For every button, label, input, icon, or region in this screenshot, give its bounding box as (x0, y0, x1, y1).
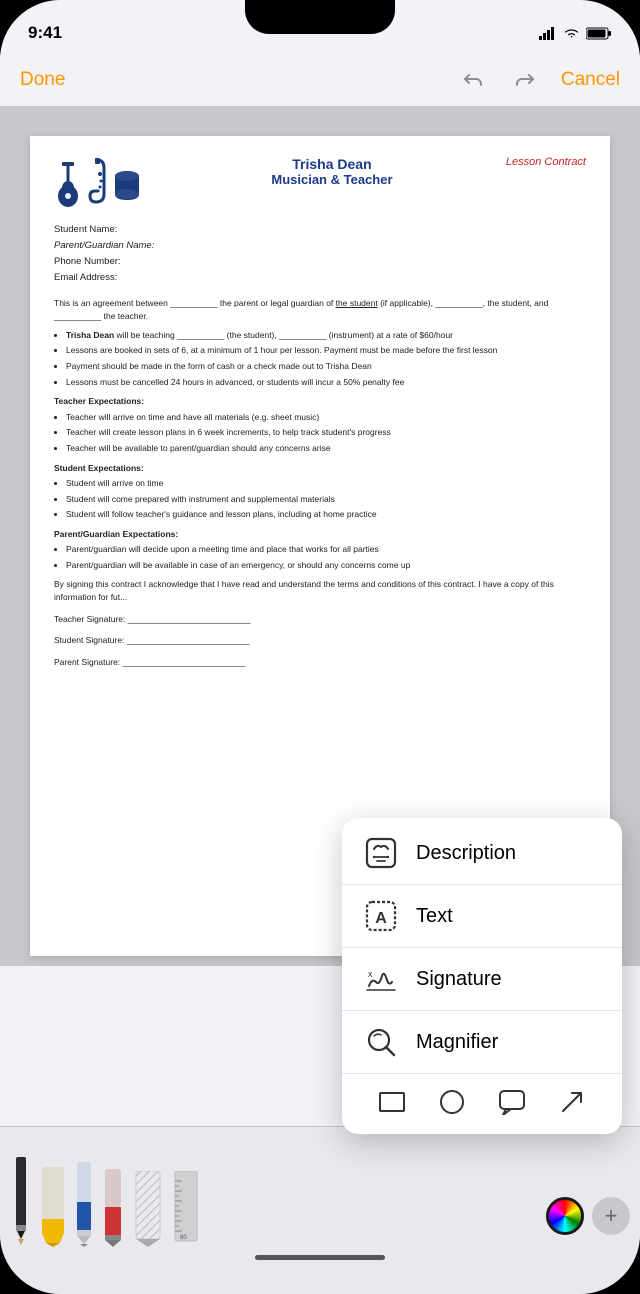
intro-paragraph: This is an agreement between __________ … (54, 297, 586, 324)
svg-text:x: x (368, 969, 373, 979)
highlighter-tool[interactable] (40, 1167, 66, 1247)
color-wheel-button[interactable] (546, 1197, 584, 1241)
parent-signature-line: Parent Signature: ______________________… (54, 656, 586, 670)
se-2: Student will come prepared with instrume… (66, 493, 586, 507)
teacher-name: Trisha Dean (158, 156, 506, 172)
magnifier-icon (362, 1023, 400, 1061)
text-icon: A (362, 897, 400, 935)
document-title: Trisha Dean Musician & Teacher (158, 156, 506, 187)
shapes-row (342, 1074, 622, 1130)
student-signature-line: Student Signature: _____________________… (54, 634, 586, 648)
pen-blue-icon (74, 1162, 94, 1247)
texture-icon (132, 1171, 164, 1247)
speech-bubble-shape-button[interactable] (494, 1084, 530, 1120)
student-expectations-title: Student Expectations: (54, 462, 586, 476)
signature-icon: x (362, 960, 400, 998)
document-header: Trisha Dean Musician & Teacher Lesson Co… (54, 156, 586, 208)
bullet-3: Payment should be made in the form of ca… (66, 360, 586, 374)
document-fields: Student Name: Parent/Guardian Name: Phon… (54, 222, 586, 287)
signature-label: Signature (416, 968, 502, 991)
se-1: Student will arrive on time (66, 477, 586, 491)
drum-icon (112, 158, 142, 208)
eraser-icon (102, 1169, 124, 1247)
home-indicator (255, 1255, 385, 1260)
plus-icon: + (592, 1197, 630, 1235)
teacher-expectations-title: Teacher Expectations: (54, 395, 586, 409)
contract-label: Lesson Contract (506, 156, 586, 168)
te-1: Teacher will arrive on time and have all… (66, 411, 586, 425)
notch (245, 0, 395, 34)
status-icons (539, 27, 612, 40)
description-label: Description (416, 842, 516, 865)
nav-actions: Cancel (457, 64, 620, 96)
te-3: Teacher will be available to parent/guar… (66, 442, 586, 456)
te-2: Teacher will create lesson plans in 6 we… (66, 426, 586, 440)
rectangle-shape-button[interactable] (374, 1084, 410, 1120)
texture-tool[interactable] (132, 1171, 164, 1247)
status-time: 9:41 (28, 23, 62, 43)
bullet-2: Lessons are booked in sets of 6, at a mi… (66, 344, 586, 358)
pen-blue-tool[interactable] (74, 1162, 94, 1247)
add-tool-button[interactable]: + (592, 1197, 630, 1241)
text-menu-item[interactable]: A Text (342, 885, 622, 948)
email-field: Email Address: (54, 270, 586, 286)
phone-field: Phone Number: (54, 254, 586, 270)
phone-frame: 9:41 (0, 0, 640, 1294)
svg-text:A: A (375, 910, 387, 927)
circle-shape-button[interactable] (434, 1084, 470, 1120)
popup-menu: Description A Text x (342, 818, 622, 1134)
parent-expectations-title: Parent/Guardian Expectations: (54, 528, 586, 542)
screen: 9:41 (0, 0, 640, 1294)
student-name-field: Student Name: (54, 222, 586, 238)
bullet-1: Trisha Dean will be teaching __________ … (66, 329, 586, 343)
magnifier-label: Magnifier (416, 1031, 498, 1054)
saxophone-icon (86, 156, 108, 208)
ruler-tool[interactable]: 80 (172, 1171, 200, 1247)
arrow-shape-button[interactable] (554, 1084, 590, 1120)
teacher-expectations-list: Teacher will arrive on time and have all… (66, 411, 586, 456)
guardian-name-field: Parent/Guardian Name: (54, 238, 586, 254)
ruler-icon: 80 (172, 1171, 200, 1247)
description-menu-item[interactable]: Description (342, 822, 622, 885)
done-button[interactable]: Done (20, 69, 65, 91)
wifi-icon (563, 27, 580, 40)
instrument-icons (54, 156, 142, 208)
text-label: Text (416, 905, 453, 928)
teacher-title: Musician & Teacher (158, 172, 506, 187)
nav-bar: Done Cancel (0, 54, 640, 106)
parent-expectations-list: Parent/guardian will decide upon a meeti… (66, 543, 586, 572)
highlighter-icon (40, 1167, 66, 1247)
svg-text:80: 80 (180, 1235, 187, 1241)
signature-menu-item[interactable]: x Signature (342, 948, 622, 1011)
eraser-tool[interactable] (102, 1169, 124, 1247)
bottom-toolbar: 80 + (0, 1126, 640, 1294)
battery-icon (586, 27, 612, 40)
signal-icon (539, 27, 557, 40)
description-icon (362, 834, 400, 872)
teacher-signature-line: Teacher Signature: _____________________… (54, 613, 586, 627)
magnifier-menu-item[interactable]: Magnifier (342, 1011, 622, 1074)
student-expectations-list: Student will arrive on time Student will… (66, 477, 586, 522)
document-body: This is an agreement between __________ … (54, 297, 586, 670)
redo-button[interactable] (509, 64, 541, 96)
guitar-icon (54, 156, 82, 208)
se-3: Student will follow teacher's guidance a… (66, 508, 586, 522)
main-bullet-list: Trisha Dean will be teaching __________ … (66, 329, 586, 389)
pencil-tool[interactable] (10, 1157, 32, 1247)
pe-1: Parent/guardian will decide upon a meeti… (66, 543, 586, 557)
color-wheel-icon (546, 1197, 584, 1235)
tools-row: 80 + (0, 1127, 640, 1247)
cancel-button[interactable]: Cancel (561, 69, 620, 91)
undo-button[interactable] (457, 64, 489, 96)
pencil-icon (10, 1157, 32, 1247)
closing-paragraph: By signing this contract I acknowledge t… (54, 578, 586, 605)
pe-2: Parent/guardian will be available in cas… (66, 559, 586, 573)
bullet-4: Lessons must be cancelled 24 hours in ad… (66, 376, 586, 390)
